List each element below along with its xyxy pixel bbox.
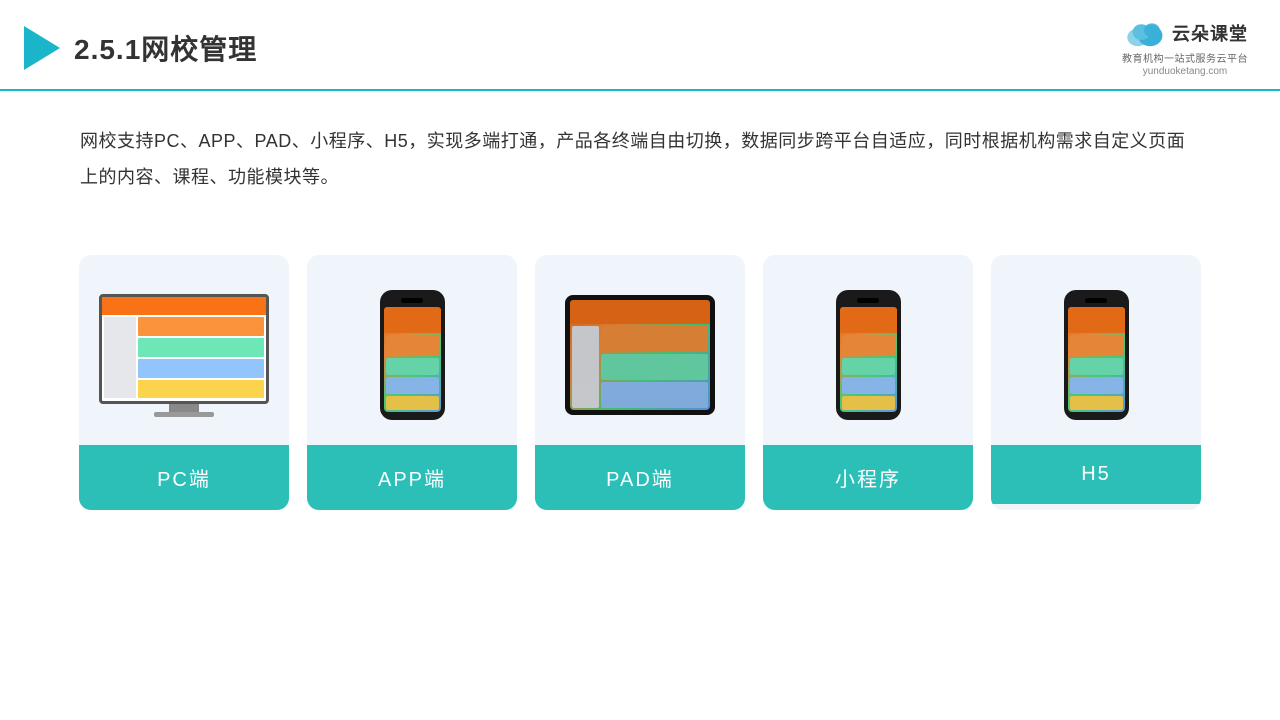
device-cards-container: PC端 APP端 — [0, 225, 1280, 510]
mini-phone-body — [836, 290, 901, 420]
page-title: 2.5.1网校管理 — [74, 28, 257, 68]
mini-phone-mockup — [836, 290, 901, 420]
h5-label: H5 — [991, 445, 1201, 504]
logo-url: yunduoketang.com — [1143, 66, 1228, 77]
h5-phone-notch — [1085, 298, 1107, 303]
app-phone-screen — [384, 307, 441, 412]
page-header: 2.5.1网校管理 云朵课堂 教育机构一站式服务云平台 yunduoketang… — [0, 0, 1280, 91]
pad-image-area — [535, 255, 745, 445]
pc-mockup — [99, 294, 269, 417]
app-label: APP端 — [307, 445, 517, 510]
description-text: 网校支持PC、APP、PAD、小程序、H5，实现多端打通，产品各终端自由切换，数… — [0, 91, 1280, 215]
logo-cloud: 云朵课堂 — [1122, 18, 1248, 48]
h5-phone-mockup — [1064, 290, 1129, 420]
logo-tagline: 教育机构一站式服务云平台 — [1122, 50, 1248, 65]
pc-label: PC端 — [79, 445, 289, 510]
h5-phone-screen — [1068, 307, 1125, 412]
brand-name: 云朵课堂 — [1172, 20, 1248, 46]
h5-phone-body — [1064, 290, 1129, 420]
app-image-area — [307, 255, 517, 445]
cloud-logo-icon — [1122, 18, 1166, 48]
app-phone-mockup — [380, 290, 445, 420]
pad-body — [565, 295, 715, 415]
pad-card: PAD端 — [535, 255, 745, 510]
pc-card: PC端 — [79, 255, 289, 510]
mini-label: 小程序 — [763, 445, 973, 510]
pc-screen — [99, 294, 269, 404]
h5-card: H5 — [991, 255, 1201, 510]
mini-phone-notch — [857, 298, 879, 303]
pad-mockup — [565, 295, 715, 415]
pad-label: PAD端 — [535, 445, 745, 510]
pc-image-area — [79, 255, 289, 445]
pc-stand — [169, 404, 199, 412]
pc-base — [154, 412, 214, 417]
pad-screen — [570, 300, 710, 410]
app-phone-body — [380, 290, 445, 420]
play-icon — [24, 26, 60, 70]
app-card: APP端 — [307, 255, 517, 510]
logo-area: 云朵课堂 教育机构一站式服务云平台 yunduoketang.com — [1122, 18, 1248, 77]
phone-notch — [401, 298, 423, 303]
header-left: 2.5.1网校管理 — [24, 26, 257, 70]
mini-phone-screen — [840, 307, 897, 412]
h5-image-area — [991, 255, 1201, 445]
mini-image-area — [763, 255, 973, 445]
mini-card: 小程序 — [763, 255, 973, 510]
